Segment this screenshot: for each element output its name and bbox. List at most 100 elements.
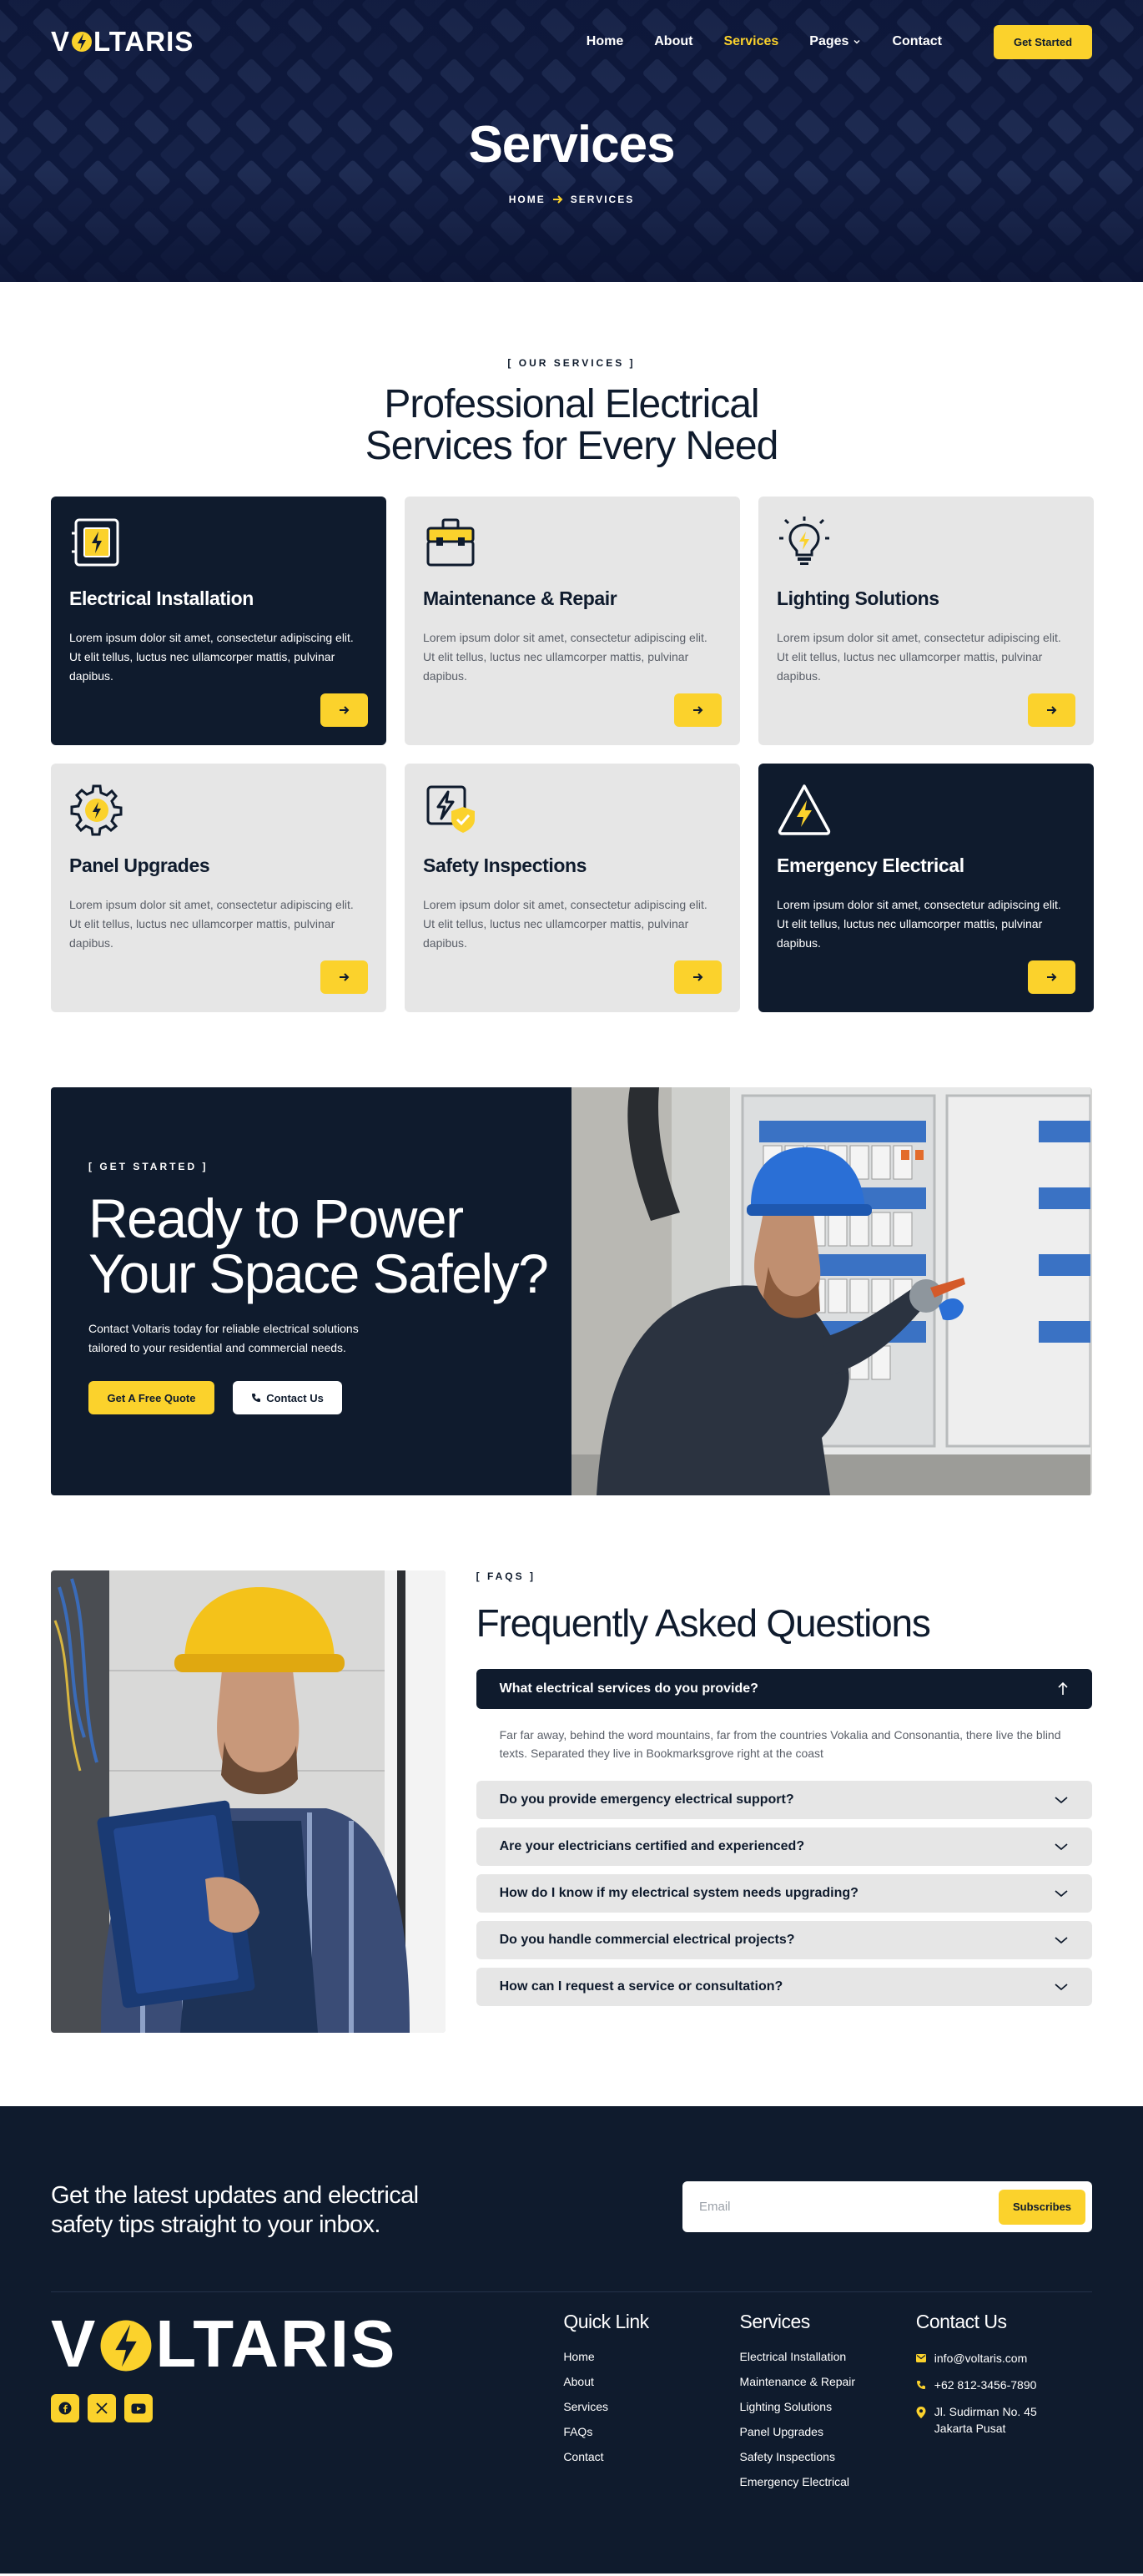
arrow-right-icon: [1046, 973, 1056, 981]
service-card-emergency-electrical[interactable]: Emergency Electrical Lorem ipsum dolor s…: [758, 764, 1094, 1012]
service-card-arrow-button[interactable]: [320, 693, 368, 727]
footer-service-link[interactable]: Lighting Solutions: [740, 2400, 916, 2413]
footer-brand: V LTARIS: [51, 2311, 563, 2500]
arrow-right-icon: [1046, 706, 1056, 714]
service-card-lighting-solutions[interactable]: Lighting Solutions Lorem ipsum dolor sit…: [758, 497, 1094, 745]
hero-section: V LTARIS Home About Services Pages Conta…: [0, 0, 1143, 282]
footer-service-link[interactable]: Emergency Electrical: [740, 2475, 916, 2488]
service-card-electrical-installation[interactable]: Electrical Installation Lorem ipsum dolo…: [51, 497, 386, 745]
chevron-down-icon: [1055, 1937, 1068, 1944]
cta-buttons: Get A Free Quote Contact Us: [88, 1381, 572, 1414]
shield-check-icon: [426, 785, 475, 833]
arrow-right-icon: [692, 973, 702, 981]
footer-service-link[interactable]: Maintenance & Repair: [740, 2375, 916, 2388]
contact-email-text: info@voltaris.com: [934, 2352, 1028, 2365]
footer-link-contact[interactable]: Contact: [563, 2450, 739, 2463]
toolbox-icon: [426, 518, 475, 567]
footer-quick-links: Quick Link Home About Services FAQs Cont…: [563, 2311, 739, 2500]
footer-columns: VLTARIS Quick Link Home About Services: [51, 2311, 1092, 2500]
electrician-panel-photo: [572, 1087, 1092, 1495]
service-card-desc: Lorem ipsum dolor sit amet, consectetur …: [777, 631, 1061, 683]
contact-us-button[interactable]: Contact Us: [233, 1381, 342, 1414]
cta-section: [ GET STARTED ] Ready to Power Your Spac…: [51, 1087, 1092, 1495]
service-card-arrow-button[interactable]: [674, 693, 722, 727]
service-card-arrow-button[interactable]: [674, 960, 722, 994]
email-input[interactable]: [699, 2200, 999, 2214]
footer-link-faqs[interactable]: FAQs: [563, 2425, 739, 2438]
get-started-button[interactable]: Get Started: [994, 24, 1092, 59]
newsletter-form: Subscribes: [682, 2181, 1092, 2232]
quick-link-title: Quick Link: [563, 2311, 649, 2332]
contact-us-label: Contact Us: [266, 1391, 324, 1404]
chevron-down-icon: [853, 40, 860, 44]
phone-icon: [916, 2381, 925, 2389]
facebook-icon: [58, 2402, 72, 2415]
cta-text: Contact Voltaris today for reliable elec…: [88, 1322, 359, 1354]
footer-service-link[interactable]: Electrical Installation: [740, 2350, 916, 2363]
chevron-down-icon: [1055, 1843, 1068, 1851]
service-card-title: Electrical Installation: [69, 587, 254, 609]
service-card-arrow-button[interactable]: [1028, 960, 1075, 994]
service-card-title: Emergency Electrical: [777, 854, 964, 876]
nav-services[interactable]: Services: [723, 34, 778, 49]
x-link[interactable]: [88, 2394, 116, 2422]
facebook-link[interactable]: [51, 2394, 79, 2422]
footer-link-home[interactable]: Home: [563, 2350, 739, 2363]
arrow-right-icon: [339, 706, 349, 714]
footer-logo[interactable]: V LTARIS: [51, 2311, 563, 2377]
footer-service-link[interactable]: Panel Upgrades: [740, 2425, 916, 2438]
footer-services-title: Services: [739, 2311, 811, 2332]
service-card-arrow-button[interactable]: [320, 960, 368, 994]
page-title: Services: [468, 116, 675, 174]
service-card-arrow-button[interactable]: [1028, 693, 1075, 727]
footer-service-link[interactable]: Safety Inspections: [740, 2450, 916, 2463]
nav-pages[interactable]: Pages: [809, 34, 861, 49]
footer-contact-title: Contact Us: [915, 2311, 1007, 2332]
faq-question[interactable]: Do you handle commercial electrical proj…: [476, 1921, 1092, 1959]
social-links: [51, 2394, 563, 2422]
electrician-clipboard-illustration: [51, 1570, 446, 2033]
arrow-up-icon: [1058, 1681, 1068, 1695]
faq-question[interactable]: How do I know if my electrical system ne…: [476, 1874, 1092, 1913]
nav-about[interactable]: About: [654, 34, 692, 49]
contact-email[interactable]: info@voltaris.com: [915, 2350, 1092, 2367]
footer-link-services[interactable]: Services: [563, 2400, 739, 2413]
logo-letters: LTARIS: [93, 26, 194, 57]
arrow-right-icon: [339, 973, 349, 981]
footer-divider: [51, 2291, 1092, 2292]
contact-phone[interactable]: +62 812-3456-7890: [916, 2377, 1092, 2393]
nav-home[interactable]: Home: [587, 34, 623, 49]
free-quote-button[interactable]: Get A Free Quote: [88, 1381, 214, 1414]
breadcrumb: HOME SERVICES: [0, 194, 1143, 205]
faq-question[interactable]: How can I request a service or consultat…: [476, 1968, 1092, 2006]
service-card-panel-upgrades[interactable]: Panel Upgrades Lorem ipsum dolor sit ame…: [51, 764, 386, 1012]
footer-logo-letters: LTARIS: [155, 2306, 397, 2381]
cta-content: [ GET STARTED ] Ready to Power Your Spac…: [51, 1087, 572, 1495]
service-card-maintenance-repair[interactable]: Maintenance & Repair Lorem ipsum dolor s…: [405, 497, 740, 745]
site-logo[interactable]: V LTARIS: [51, 26, 194, 58]
phone-icon: [252, 1394, 261, 1402]
service-card-safety-inspections[interactable]: Safety Inspections Lorem ipsum dolor sit…: [405, 764, 740, 1012]
nav-pages-label: Pages: [809, 34, 849, 48]
youtube-link[interactable]: [124, 2394, 153, 2422]
faq-question-open[interactable]: What electrical services do you provide?: [476, 1669, 1092, 1709]
breadcrumb-home[interactable]: HOME: [509, 194, 546, 205]
footer-link-about[interactable]: About: [563, 2375, 739, 2388]
faq-question[interactable]: Are your electricians certified and expe…: [476, 1827, 1092, 1866]
logo-bolt-icon: [72, 32, 93, 52]
lightbulb-icon: [779, 517, 829, 565]
faq-content: [ FAQS ] Frequently Asked Questions What…: [476, 1570, 1092, 2033]
contact-address: Jl. Sudirman No. 45 Jakarta Pusat: [916, 2403, 1092, 2437]
footer-logo-letter-v: V: [51, 2306, 98, 2381]
contact-list: info@voltaris.com +62 812-3456-7890 Jl. …: [915, 2350, 1092, 2437]
electrical-panel-icon: [72, 518, 119, 567]
services-title: Professional Electrical Services for Eve…: [0, 384, 1143, 467]
services-grid: Electrical Installation Lorem ipsum dolo…: [51, 497, 1094, 1012]
faq-question-text: How do I know if my electrical system ne…: [499, 1886, 859, 1900]
arrow-right-icon: [552, 195, 563, 204]
subscribe-button[interactable]: Subscribes: [999, 2189, 1085, 2225]
nav-contact[interactable]: Contact: [892, 34, 942, 49]
faq-list: Do you provide emergency electrical supp…: [476, 1781, 1092, 2006]
logo-bolt-icon: [100, 2320, 152, 2372]
faq-question[interactable]: Do you provide emergency electrical supp…: [476, 1781, 1092, 1819]
